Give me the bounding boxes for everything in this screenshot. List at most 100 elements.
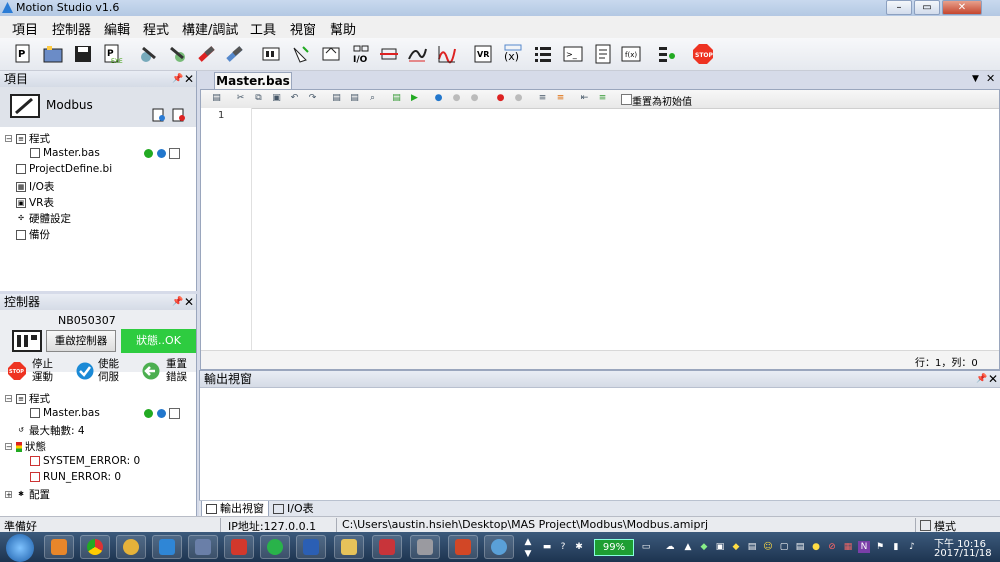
link-icon[interactable] [196,43,218,65]
io-icon[interactable]: I/O [350,43,372,65]
battery-indicator[interactable]: 99% [594,539,634,556]
variable-icon[interactable]: (x) [502,43,524,65]
bluetooth-icon[interactable]: ✱ [573,541,585,553]
tray-icon[interactable]: ▤ [746,541,758,553]
tree-item-master-bas[interactable]: Master.bas [30,147,100,159]
panel-close-icon[interactable]: ✕ [184,71,194,87]
tree-expander[interactable]: + [5,491,12,499]
tray-icon[interactable]: ▦ [842,541,854,553]
tree-item-program[interactable]: ≡ 程式 [16,391,50,406]
tray-icon[interactable]: ▢ [778,541,790,553]
stop-icon[interactable]: STOP [692,43,714,65]
upload-icon[interactable] [320,43,342,65]
tray-icon[interactable]: ▤ [794,541,806,553]
tray-icon[interactable]: ● [810,541,822,553]
code-area[interactable] [252,108,998,350]
enable-servo-icon[interactable] [76,362,94,380]
chevron-down-icon[interactable]: ▼ [972,74,979,84]
tree-item-io-table[interactable]: ▦ I/O表 [16,179,54,194]
maximize-button[interactable]: ▭ [914,0,940,15]
cloud-icon[interactable]: ☁ [664,541,676,553]
run-icon[interactable]: ▶ [409,93,420,104]
tray-icon[interactable]: ◆ [730,541,742,553]
tray-icon[interactable]: ⊘ [826,541,838,553]
compile-icon[interactable]: ▤ [391,93,402,104]
taskbar-paint2[interactable] [484,535,514,559]
enable-servo-button[interactable]: 使能 伺服 [98,358,119,384]
list-icon[interactable] [532,43,554,65]
reset-error-icon[interactable] [142,362,160,380]
battery-icon[interactable]: ▭ [640,541,652,553]
unlink-icon[interactable] [224,43,246,65]
taskbar-chrome[interactable] [80,535,110,559]
tray-icon[interactable]: ▣ [714,541,726,553]
indent-icon[interactable]: ≡ [537,93,548,104]
tray-icon[interactable]: ▲ [682,541,694,553]
outdent-icon[interactable]: ⇤ [579,93,590,104]
settings-icon[interactable] [656,43,678,65]
taskbar-pen[interactable] [410,535,440,559]
tree-expander[interactable]: − [5,395,12,403]
tab-io-table[interactable]: I/O表 [269,501,318,516]
terminal-icon[interactable]: >_ [562,43,584,65]
menu-tools[interactable]: 工具 [250,19,276,38]
tree-item-projectdefine[interactable]: ProjectDefine.bi [16,163,112,175]
taskbar-explorer[interactable] [334,535,364,559]
open-project-icon[interactable] [42,43,64,65]
menu-window[interactable]: 視窗 [290,19,316,38]
close-icon[interactable]: ✕ [986,72,995,85]
tray-icon[interactable]: ▬ [541,541,553,553]
close-button[interactable]: ✕ [942,0,982,15]
build-exe-icon[interactable]: P EXE [102,43,124,65]
tree-item-backup[interactable]: 備份 [16,227,50,242]
tray-icon[interactable]: ☺ [762,541,774,553]
tree-item-hardware[interactable]: ✣ 硬體設定 [16,211,71,226]
start-button[interactable] [6,534,34,562]
paste-icon[interactable]: ▣ [271,93,282,104]
breakpoint-icon[interactable]: ● [495,93,506,104]
onenote-icon[interactable]: N [858,541,870,553]
function-icon[interactable]: f(x) [620,43,642,65]
new-project-icon[interactable]: P [12,43,34,65]
tree-item-program[interactable]: ≡ 程式 [16,131,50,146]
tree-item-vr-table[interactable]: ▣ VR表 [16,195,54,210]
pin-icon[interactable]: 📌 [172,71,183,87]
tree-expander[interactable]: − [5,443,12,451]
tree-item-master-bas[interactable]: Master.bas [30,407,100,419]
controller-icon[interactable] [260,43,282,65]
tab-master-bas[interactable]: Master.bas [214,72,292,90]
reset-checkbox[interactable] [621,94,632,105]
axis-icon[interactable] [378,43,400,65]
cut-icon[interactable]: ✂ [235,93,246,104]
taskbar-word[interactable] [296,535,326,559]
save-icon[interactable] [72,43,94,65]
undo-icon[interactable]: ↶ [289,93,300,104]
menu-build-debug[interactable]: 構建/調試 [182,19,238,38]
restart-controller-button[interactable]: 重啟控制器 [46,330,116,352]
taskbar-app[interactable] [372,535,402,559]
stop-motion-button[interactable]: 停止 運動 [32,358,53,384]
volume-icon[interactable]: ♪ [906,541,918,553]
debug-icon[interactable] [157,149,166,158]
tab-output[interactable]: 輸出視窗 [201,501,269,517]
pin-icon[interactable]: 📌 [172,294,183,310]
minimize-button[interactable]: – [886,0,912,15]
tree-item-config[interactable]: ✱ 配置 [16,487,50,502]
disconnect-icon[interactable] [166,43,188,65]
menu-controller[interactable]: 控制器 [52,19,91,38]
help-icon[interactable]: ? [557,541,569,553]
menu-help[interactable]: 幫助 [330,19,356,38]
download-icon[interactable] [290,43,312,65]
redo-icon[interactable]: ↷ [307,93,318,104]
menu-program[interactable]: 程式 [143,19,169,38]
taskbar-network[interactable] [188,535,218,559]
stop-debug-icon[interactable]: ● [469,93,480,104]
tree-item-status[interactable]: 狀態 [16,439,46,454]
remove-file-icon[interactable] [172,108,186,122]
taskbar-bookmark[interactable] [224,535,254,559]
panel-close-icon[interactable]: ✕ [988,371,998,387]
clock-date[interactable]: 2017/11/18 [934,548,992,559]
save-icon[interactable]: ▤ [211,93,222,104]
copy-icon[interactable]: ⧉ [253,93,264,104]
menu-project[interactable]: 項目 [12,19,38,38]
